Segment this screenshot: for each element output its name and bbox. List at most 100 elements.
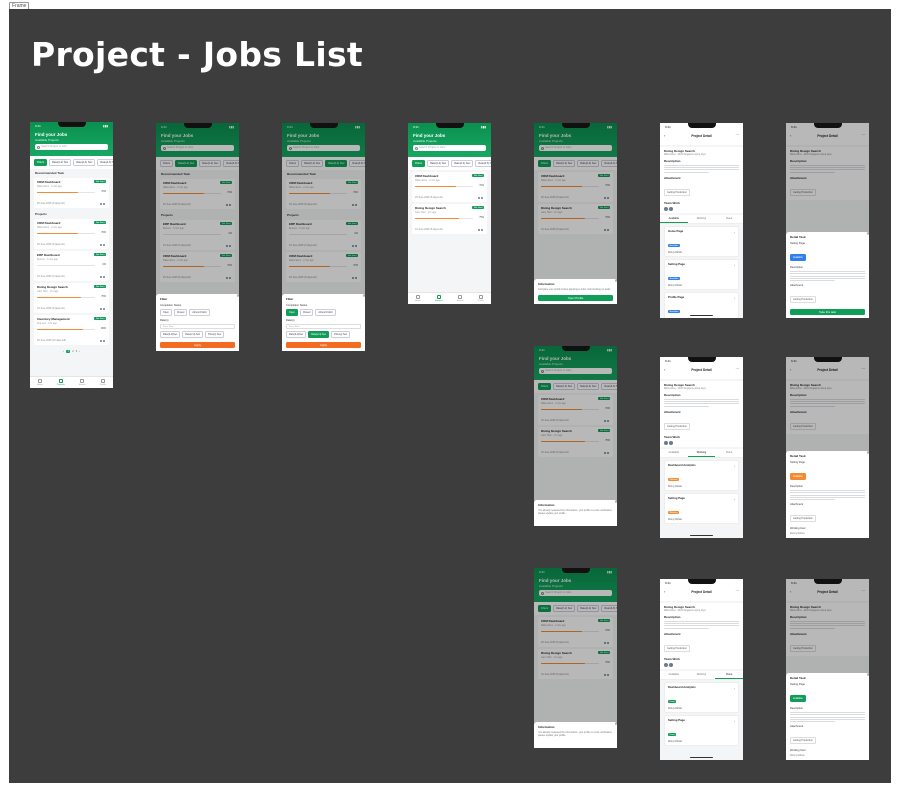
tab-done[interactable]: Done: [715, 215, 743, 223]
attachment-file[interactable]: Getting Production: [664, 422, 690, 430]
close-icon[interactable]: ×: [867, 231, 869, 236]
completion-option[interactable]: Open: [286, 309, 298, 316]
task-status-badge: Available: [790, 695, 806, 703]
modal-overlay[interactable]: [534, 123, 617, 304]
close-icon[interactable]: ×: [867, 450, 869, 455]
rate-input[interactable]: Enter Rate: [286, 324, 361, 329]
page-button[interactable]: 3: [76, 350, 77, 353]
search-placeholder: Search Project or Jobs: [41, 145, 68, 148]
search-input[interactable]: Search Project or Jobs: [413, 145, 486, 151]
phone-screen: 9:41 ‹ Project Detail ⋯ Diving Design Search…: [660, 357, 743, 538]
close-icon[interactable]: ×: [615, 499, 617, 504]
more-icon[interactable]: ⋯: [736, 367, 740, 371]
rate-option[interactable]: Rate(2-4) Sec: [182, 331, 204, 338]
project-card[interactable]: Diving Design Search Liam Hart · 1 hr ago…: [34, 283, 109, 313]
tab-label: Projects: [56, 384, 65, 386]
tab-done[interactable]: Done: [715, 671, 743, 679]
tab-search[interactable]: Search: [457, 295, 464, 302]
apply-button[interactable]: Apply: [160, 342, 235, 348]
project-card[interactable]: ERP Dashboard Benson · 5 min ago Not Start…: [34, 251, 109, 281]
search-input[interactable]: Search Project or Jobs: [35, 144, 108, 150]
modal-overlay[interactable]: [534, 568, 617, 748]
due-date: 19 June 2025 (8 days left): [415, 228, 443, 231]
filter-chip[interactable]: Rate(2-4) Sec: [73, 159, 96, 166]
more-icon[interactable]: ⋯: [736, 589, 740, 593]
task-item[interactable]: Dashboard Analytics Working Ronny Rohan ›: [664, 459, 739, 491]
tab-done[interactable]: Done: [715, 449, 743, 457]
tab-available[interactable]: Available: [660, 215, 688, 223]
tab-icon: [37, 379, 42, 383]
tab-profile[interactable]: Profile: [100, 379, 106, 386]
tab-working[interactable]: Working: [688, 671, 716, 679]
modal-overlay[interactable]: [534, 346, 617, 526]
tab-available[interactable]: Available: [660, 449, 688, 457]
filter-chip[interactable]: Filters: [34, 159, 48, 166]
more-icon[interactable]: ⋯: [736, 133, 740, 137]
tab-profile[interactable]: Profile: [478, 295, 484, 302]
bottom-tab-bar: Home Projects Search Profile: [30, 376, 113, 388]
open-profile-button[interactable]: Open Profile: [538, 295, 613, 301]
rate-input[interactable]: Enter Rate: [160, 324, 235, 329]
project-card[interactable]: CRM Dashboard Rikke Elmo · 2 min ago Not S…: [412, 172, 487, 202]
attachment-file[interactable]: Getting Production: [790, 296, 816, 303]
status-time: 9:41: [665, 581, 671, 585]
attachment-file[interactable]: Getting Production: [790, 515, 816, 522]
completion-option[interactable]: Almost Finish: [315, 309, 336, 316]
tab-home[interactable]: Home: [37, 379, 43, 386]
task-item[interactable]: Setting Page Working Ronny Rohan ›: [664, 492, 739, 524]
project-card[interactable]: Diving Design Search Liam Hart · 1 hr ago…: [412, 204, 487, 234]
project-card[interactable]: CRM Dashboard Rikke Elmo · 2 min ago Not S…: [34, 178, 109, 208]
rate-option[interactable]: Rate(2-4) Sec: [308, 331, 330, 338]
filter-chip[interactable]: Filters: [412, 160, 426, 167]
tab-working[interactable]: Working: [688, 215, 716, 223]
due-date: 19 June 2025 (8 days left): [37, 307, 65, 310]
page-button[interactable]: ‹: [63, 350, 64, 353]
completion-option[interactable]: Almost Finish: [189, 309, 210, 316]
page-button[interactable]: 1: [65, 350, 71, 353]
tab-projects[interactable]: Projects: [57, 379, 65, 386]
rate-option[interactable]: Rate(0-2)Sec: [160, 331, 181, 338]
task-item[interactable]: Setting Page Available Ronny Rohan ›: [664, 258, 739, 290]
attachment-file[interactable]: Getting Production: [664, 188, 690, 196]
description-label: Description: [664, 393, 681, 397]
close-icon[interactable]: ×: [615, 278, 617, 283]
tab-home[interactable]: Home: [415, 295, 421, 302]
tab-search[interactable]: Search: [79, 379, 86, 386]
information-text: Complete your profile before applying to…: [538, 288, 611, 291]
rate-option[interactable]: Rate(0-2)Sec: [286, 331, 307, 338]
rate-option[interactable]: Price(s) Sec: [205, 331, 225, 338]
page-button[interactable]: ›: [79, 350, 80, 353]
page-button[interactable]: 2: [72, 350, 73, 353]
tab-projects[interactable]: Projects: [435, 295, 443, 302]
task-item[interactable]: Setting Page Done Ronny Rohan ›: [664, 714, 739, 746]
attachment-file[interactable]: Getting Production: [664, 644, 690, 652]
project-card[interactable]: Inventory Management Ana Lee · 3 hr ago No…: [34, 315, 109, 345]
filter-chip[interactable]: Rate(4-6) Sec: [97, 159, 113, 166]
attachment-file[interactable]: Getting Production: [790, 737, 816, 744]
take-task-button[interactable]: Take this task: [790, 309, 865, 315]
close-icon[interactable]: ×: [363, 293, 365, 298]
filter-chip[interactable]: Rate(0-2) Sec: [49, 159, 72, 166]
filter-chip[interactable]: Rate(4-6) Sec: [475, 160, 491, 167]
project-card[interactable]: CRM Dashboard Rikke Elmo · 2 min ago Not S…: [34, 219, 109, 249]
attachment-label: Attachment: [790, 725, 804, 728]
project-info: Diving Design Search Rikke Elmo · 2022 Si…: [660, 147, 743, 213]
close-icon[interactable]: ×: [237, 293, 239, 298]
task-assignee: Ronny Rohan: [668, 485, 683, 488]
task-item[interactable]: Home Page Available Ronny Rohan ›: [664, 225, 739, 257]
tab-icon: [415, 295, 420, 299]
completion-option[interactable]: Open: [160, 309, 172, 316]
filter-chip[interactable]: Rate(2-4) Sec: [451, 160, 474, 167]
rate-option[interactable]: Price(s) Sec: [331, 331, 351, 338]
apply-button[interactable]: Apply: [286, 342, 361, 348]
tab-working[interactable]: Working: [687, 449, 716, 457]
close-icon[interactable]: ×: [867, 672, 869, 677]
completion-option[interactable]: Closed: [173, 309, 188, 316]
tab-available[interactable]: Available: [660, 671, 688, 679]
completion-option[interactable]: Closed: [299, 309, 314, 316]
task-title: Setting Page: [668, 261, 685, 266]
task-item[interactable]: Dashboard Analytics Done Ronny Rohan ›: [664, 681, 739, 713]
close-icon[interactable]: ×: [615, 721, 617, 726]
task-title: Profile Page: [668, 294, 685, 299]
filter-chip[interactable]: Rate(0-2) Sec: [427, 160, 450, 167]
